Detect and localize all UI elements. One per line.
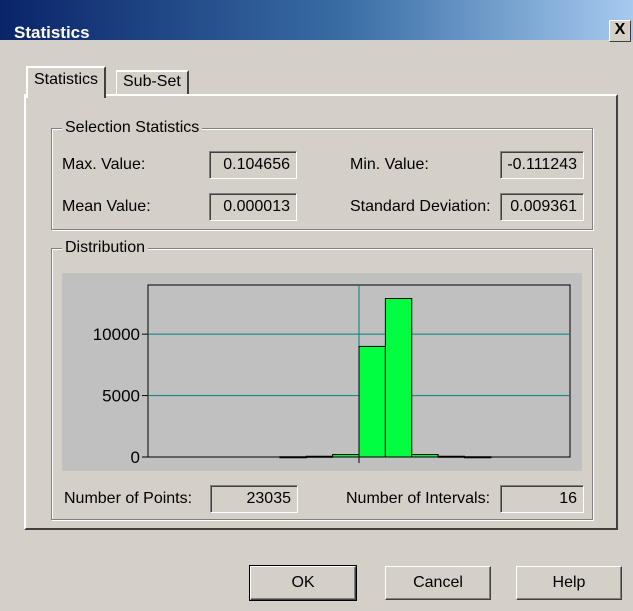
tab-panel: Selection Statistics Max. Value: 0.10465… bbox=[24, 94, 618, 530]
number-of-points-label: Number of Points: bbox=[64, 490, 193, 507]
selection-statistics-group: Selection Statistics Max. Value: 0.10465… bbox=[51, 118, 593, 230]
histogram-bar-7 bbox=[305, 455, 334, 458]
cancel-button[interactable]: Cancel bbox=[385, 566, 491, 600]
histogram-bar-6 bbox=[279, 456, 307, 459]
min-value-field: -0.111243 bbox=[500, 151, 584, 179]
histogram-bar-10 bbox=[384, 298, 413, 458]
std-deviation-field: 0.009361 bbox=[500, 193, 584, 221]
close-icon[interactable]: X bbox=[609, 20, 631, 42]
max-value-label: Max. Value: bbox=[62, 156, 146, 173]
histogram-bar-12 bbox=[437, 455, 465, 458]
ytick-label-0: 0 bbox=[131, 448, 140, 467]
distribution-title: Distribution bbox=[62, 238, 149, 258]
histogram-bar-13 bbox=[464, 456, 492, 459]
histogram-bar-11 bbox=[411, 454, 439, 458]
histogram-bar-8 bbox=[332, 454, 360, 458]
chart-area: 0 5000 10000 bbox=[62, 273, 582, 471]
distribution-group: Distribution 0 5000 10000 Number of Points… bbox=[51, 238, 593, 520]
number-of-intervals-field: 16 bbox=[500, 485, 584, 513]
min-value-label: Min. Value: bbox=[350, 156, 429, 173]
max-value-field: 0.104656 bbox=[209, 151, 297, 179]
std-deviation-label: Standard Deviation: bbox=[350, 198, 491, 215]
selection-statistics-title: Selection Statistics bbox=[62, 118, 203, 138]
tab-sub-set[interactable]: Sub-Set bbox=[116, 70, 189, 96]
window-title: Statistics bbox=[14, 23, 90, 42]
mean-value-field: 0.000013 bbox=[209, 193, 297, 221]
ok-button[interactable]: OK bbox=[249, 565, 357, 601]
number-of-points-field: 23035 bbox=[210, 485, 298, 513]
title-bar: Statistics X bbox=[0, 0, 633, 42]
mean-value-label: Mean Value: bbox=[62, 198, 151, 215]
histogram-svg: 0 5000 10000 bbox=[93, 284, 571, 467]
help-button[interactable]: Help bbox=[516, 566, 622, 600]
number-of-intervals-label: Number of Intervals: bbox=[346, 490, 491, 507]
histogram-bar-9 bbox=[358, 345, 386, 458]
ytick-label-5000: 5000 bbox=[102, 387, 140, 406]
tab-statistics[interactable]: Statistics bbox=[26, 66, 107, 98]
ytick-label-10000: 10000 bbox=[93, 325, 140, 344]
